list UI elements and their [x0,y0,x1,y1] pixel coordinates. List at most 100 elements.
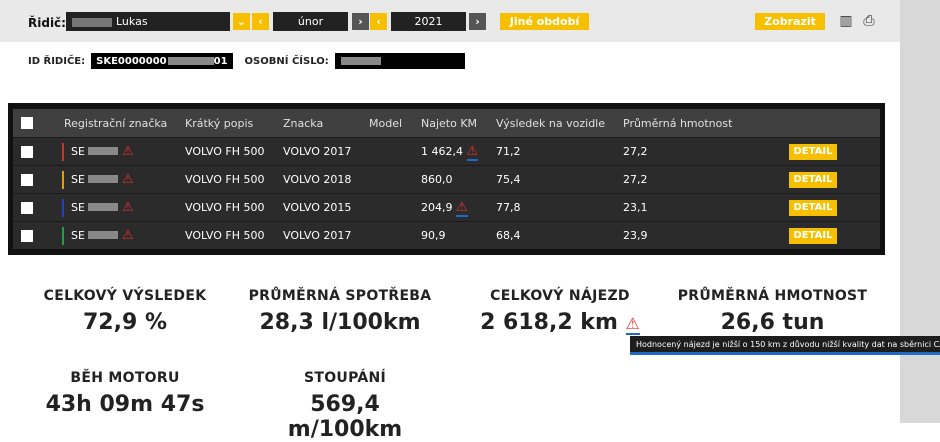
stat-value: 43h 09m 47s [45,392,205,417]
stat-value: 569,4 m/100km [287,392,403,442]
redacted-text [340,57,381,65]
table-row[interactable]: SE ⚠ VOLVO FH 500 VOLVO 2017 90,9 68,4 2… [13,221,880,249]
km-cell: 90,9 [421,229,446,242]
next-month-button[interactable]: › [352,13,369,30]
driver-ids: ID ŘIDIČE: SKE0000000 01 OSOBNÍ ČÍSLO: [28,53,465,69]
result-cell: 77,8 [496,201,521,214]
stat-title: CELKOVÝ NÁJEZD [490,288,630,304]
detail-button[interactable]: DETAIL [789,227,837,244]
desc-cell: VOLVO FH 500 [185,145,265,158]
driver-id-value: SKE0000000 01 [91,53,233,69]
select-all-checkbox[interactable] [21,117,33,129]
col-plate[interactable]: Registrační značka [64,117,167,130]
warning-icon[interactable]: ⚠ [625,314,640,335]
vehicle-color-marker [62,170,64,189]
warning-icon: ⚠ [121,228,134,243]
detail-button[interactable]: DETAIL [789,171,837,188]
print-icon[interactable]: ⎙ [860,13,878,30]
stat-value: 72,9 % [83,310,167,335]
brand-cell: VOLVO 2015 [283,201,352,214]
detail-button[interactable]: DETAIL [789,199,837,216]
stat-title: PRŮMĚRNÁ SPOTŘEBA [248,288,432,304]
col-result[interactable]: Výsledek na vozidle [496,117,605,130]
stat-climb: STOUPÁNÍ 569,4 m/100km [250,370,440,442]
plate-text: SE [71,173,85,186]
chevron-down-icon[interactable]: ⌄ [233,13,250,30]
plate-cell: SE ⚠ [71,144,134,159]
table-row[interactable]: SE ⚠ VOLVO FH 500 VOLVO 2017 1 462,4 ⚠ 7… [13,137,880,165]
detail-button[interactable]: DETAIL [789,143,837,160]
driver-select[interactable]: Lukas [66,12,230,31]
result-cell: 75,4 [496,173,521,186]
top-toolbar: Řidič: Lukas ⌄ ‹ únor › ‹ 2021 › Jiné ob… [0,0,900,42]
stat-title: CELKOVÝ VÝSLEDEK [43,288,207,304]
plate-cell: SE ⚠ [71,200,134,215]
weight-cell: 23,1 [623,201,648,214]
col-weight[interactable]: Průměrná hmotnost [623,117,732,130]
stat-value: 26,6 tun [720,310,825,335]
year-field[interactable]: 2021 [391,12,466,31]
personal-number-label: OSOBNÍ ČÍSLO: [244,55,329,67]
km-cell: 860,0 [421,173,453,186]
brand-cell: VOLVO 2017 [283,229,352,242]
show-button[interactable]: Zobrazit [755,13,825,30]
redacted-text [88,175,119,183]
driver-name: Lukas [116,15,148,28]
redacted-text [72,17,112,27]
month-field[interactable]: únor [273,12,348,31]
stat-title: BĚH MOTORU [70,370,180,386]
next-year-button[interactable]: › [469,13,486,30]
stat-engine-run: BĚH MOTORU 43h 09m 47s [40,370,210,417]
weight-cell: 27,2 [623,173,648,186]
row-checkbox[interactable] [21,145,33,158]
plate-text: SE [71,229,85,242]
weight-cell: 27,2 [623,145,648,158]
km-cell: 1 462,4 ⚠ [421,144,479,161]
desc-cell: VOLVO FH 500 [185,201,265,214]
prev-year-button[interactable]: ‹ [370,13,387,30]
stat-title: PRŮMĚRNÁ HMOTNOST [677,288,868,304]
plate-text: SE [71,145,85,158]
plate-text: SE [71,201,85,214]
row-checkbox[interactable] [21,201,33,214]
plate-cell: SE ⚠ [71,228,134,243]
warning-icon: ⚠ [121,144,134,159]
table-row[interactable]: SE ⚠ VOLVO FH 500 VOLVO 2018 860,0 75,4 … [13,165,880,193]
km-text: 1 462,4 [421,145,463,158]
table-row[interactable]: SE ⚠ VOLVO FH 500 VOLVO 2015 204,9 ⚠ 77,… [13,193,880,221]
distance-tooltip: Hodnocený nájezd je nižší o 150 km z dův… [630,336,940,355]
other-period-button[interactable]: Jiné období [500,13,589,30]
vehicle-color-marker [62,226,64,245]
stat-value: 28,3 l/100km [259,310,421,335]
brand-cell: VOLVO 2017 [283,145,352,158]
warning-icon: ⚠ [121,200,134,215]
driver-id-suffix: 01 [213,55,228,67]
km-cell: 204,9 ⚠ [421,200,468,217]
km-text: 204,9 [421,201,453,214]
prev-month-button[interactable]: ‹ [252,13,269,30]
plate-cell: SE ⚠ [71,172,134,187]
warning-icon[interactable]: ⚠ [466,144,479,161]
vehicle-color-marker [62,198,64,217]
distance-value: 2 618,2 km [480,310,618,335]
stat-title: STOUPÁNÍ [303,370,387,386]
stat-avg-weight: PRŮMĚRNÁ HMOTNOST 26,6 tun [665,288,880,335]
warning-icon[interactable]: ⚠ [456,200,468,217]
col-short-desc[interactable]: Krátký popis [185,117,253,130]
columns-icon[interactable]: ▥ [837,13,855,30]
weight-cell: 23,9 [623,229,648,242]
vehicle-color-marker [62,142,64,161]
row-checkbox[interactable] [21,173,33,186]
brand-cell: VOLVO 2018 [283,173,352,186]
driver-id-label: ID ŘIDIČE: [28,55,86,67]
stat-total-distance: CELKOVÝ NÁJEZD 2 618,2 km ⚠ [480,288,640,335]
driver-id-text: SKE0000000 [96,55,167,67]
col-km[interactable]: Najeto KM [421,117,477,130]
redacted-text [88,203,119,211]
col-brand[interactable]: Znacka [283,117,323,130]
row-checkbox[interactable] [21,229,33,242]
col-model[interactable]: Model [369,117,402,130]
redacted-text [167,57,214,65]
table-header: Registrační značka Krátký popis Znacka M… [13,109,880,137]
stat-total-result: CELKOVÝ VÝSLEDEK 72,9 % [40,288,210,335]
